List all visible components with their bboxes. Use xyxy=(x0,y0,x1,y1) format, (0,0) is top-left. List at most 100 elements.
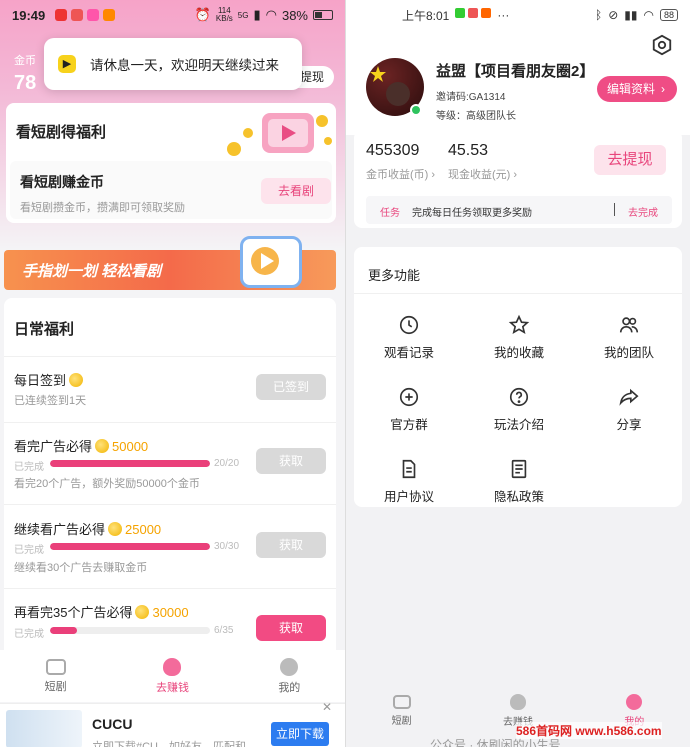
account-watermark: 公众号 · 休刷闲的小生号 xyxy=(430,738,561,747)
task-text: 完成每日任务领取更多奖励 xyxy=(412,208,532,219)
sign-in-desc: 已连续签到1天 xyxy=(14,395,87,407)
coin-icon xyxy=(108,522,123,536)
coin-earnings: 455309 xyxy=(366,142,420,159)
divider xyxy=(4,356,336,357)
go-watch-button[interactable]: 去看剧 xyxy=(261,178,331,204)
features-grid: 观看记录 我的收藏 我的团队 官方群 玩法介绍 分享 用户协议 隐私政策 xyxy=(354,301,684,517)
go-complete-button[interactable]: 去完成 xyxy=(628,204,658,219)
drama-subcard-title: 看短剧赚金币 xyxy=(20,174,104,190)
drama-card-title: 看短剧得福利 xyxy=(16,124,107,141)
question-icon xyxy=(509,387,529,406)
coin-icon xyxy=(135,605,150,619)
task-progress-bar xyxy=(50,543,210,550)
chat-plus-icon xyxy=(399,387,419,406)
settings-gear-icon[interactable] xyxy=(651,34,673,61)
invite-code: 邀请码:GA1314 xyxy=(436,92,506,103)
feature-how-to-play[interactable]: 玩法介绍 xyxy=(464,373,574,445)
network-type: 5G xyxy=(237,10,249,20)
close-icon[interactable]: ✕ xyxy=(322,700,332,714)
ad-desc: 立即下载#CU…如好友…匹配和 xyxy=(92,741,247,747)
task-progress-bar xyxy=(50,627,210,634)
task-desc: 继续看30个广告去赚取金币 xyxy=(14,562,148,574)
tab-drama[interactable]: 短剧 xyxy=(392,695,412,727)
divider xyxy=(4,504,336,505)
earnings-card: 455309 金币收益(币) › 45.53 现金收益(元) › 去提现 任务 … xyxy=(354,130,682,228)
claim-button[interactable]: 获取 xyxy=(256,448,326,474)
cash-earnings-label[interactable]: 现金收益(元) › xyxy=(448,166,517,182)
person-icon xyxy=(280,657,299,676)
document-icon xyxy=(402,459,416,478)
tab-earn[interactable]: 去赚钱 xyxy=(156,657,189,695)
feature-user-agreement[interactable]: 用户协议 xyxy=(354,445,464,517)
daily-welfare-card: 日常福利 每日签到 已连续签到1天 已签到 看完广告必得 50000 已完成 20… xyxy=(4,298,336,658)
online-status-badge xyxy=(410,104,422,116)
divider xyxy=(614,203,615,216)
banner-text: 手指划一划 轻松看剧 xyxy=(22,263,162,280)
ad-image xyxy=(6,710,82,747)
bluetooth-icon: ᛒ xyxy=(595,8,603,22)
task-status: 已完成 xyxy=(14,545,44,556)
status-bar: 上午8:01 ··· ᛒ ⊘ ▮▮ ◠ 88 xyxy=(346,0,690,30)
claim-button[interactable]: 获取 xyxy=(256,615,326,641)
feature-share[interactable]: 分享 xyxy=(574,373,684,445)
task-title: 继续看广告必得 25000 xyxy=(14,522,162,537)
coin-icon xyxy=(95,439,110,453)
drama-subcard-desc: 看短剧攒金币，攒满即可领取奖励 xyxy=(20,202,185,214)
app-notification-icons xyxy=(55,9,116,21)
mute-icon: ⊘ xyxy=(608,8,619,22)
bottom-tab-bar: 短剧 去赚钱 我的 xyxy=(0,650,345,702)
money-bag-icon xyxy=(509,694,526,710)
toast: ▶ 请休息一天，欢迎明天继续过来 xyxy=(44,38,302,90)
ad-title: CUCU xyxy=(92,716,133,732)
toast-text: 请休息一天，欢迎明天继续过来 xyxy=(90,58,279,73)
coin-earnings-label[interactable]: 金币收益(币) › xyxy=(366,166,435,182)
member-level: 等级：高级团队长 xyxy=(436,111,516,122)
share-icon xyxy=(619,388,639,406)
divider xyxy=(4,422,336,423)
profile-name: 益盟【项目看朋友圈2】 xyxy=(436,63,595,80)
policy-icon xyxy=(511,459,527,478)
person-icon xyxy=(626,694,643,710)
task-desc: 看完20个广告，额外奖励50000个金币 xyxy=(14,478,200,490)
star-icon xyxy=(508,314,530,334)
left-screen: 19:49 ⏰ 114 KB/s 5G ▮ ◠ 38% 金币 78 提现 ▶ 请休… xyxy=(0,0,345,747)
claim-button[interactable]: 获取 xyxy=(256,532,326,558)
right-screen: 上午8:01 ··· ᛒ ⊘ ▮▮ ◠ 88 益盟【项目看朋友圈2】 邀请码:G… xyxy=(346,0,690,747)
task-title: 再看完35个广告必得 30000 xyxy=(14,605,189,620)
signed-in-button[interactable]: 已签到 xyxy=(256,374,326,400)
edit-profile-button[interactable]: 编辑资料 › xyxy=(597,76,677,102)
battery-icon xyxy=(313,10,333,20)
feature-my-team[interactable]: 我的团队 xyxy=(574,301,684,373)
task-title: 看完广告必得 50000 xyxy=(14,439,149,454)
download-button[interactable]: 立即下载 xyxy=(271,722,329,746)
status-time: 19:49 xyxy=(12,7,46,23)
promo-banner[interactable]: 手指划一划 轻松看剧 xyxy=(4,236,336,290)
net-unit: KB/s xyxy=(215,14,233,23)
withdraw-button[interactable]: 去提现 xyxy=(594,145,666,175)
team-icon xyxy=(619,316,639,332)
coin-icon xyxy=(69,373,84,387)
daily-title: 日常福利 xyxy=(14,321,75,338)
battery-percent: 38% xyxy=(281,7,308,23)
task-status: 已完成 xyxy=(14,629,44,640)
feature-favorites[interactable]: 我的收藏 xyxy=(464,301,574,373)
tab-mine[interactable]: 我的 xyxy=(278,657,300,695)
task-tag: 任务 xyxy=(380,208,400,219)
drama-card: 看短剧得福利 看短剧赚金币 看短剧攒金币，攒满即可领取奖励 去看剧 xyxy=(6,103,336,223)
feature-official-group[interactable]: 官方群 xyxy=(354,373,464,445)
chevron-right-icon: › xyxy=(661,82,666,96)
ad-banner[interactable]: CUCU 立即下载#CU…如好友…匹配和 立即下载 ✕ xyxy=(0,700,345,747)
status-time: 上午8:01 xyxy=(402,8,450,23)
task-strip[interactable]: 任务 完成每日任务领取更多奖励 去完成 xyxy=(366,196,672,224)
tv-coins-illustration xyxy=(222,109,332,165)
tab-drama[interactable]: 短剧 xyxy=(45,658,67,694)
alarm-icon: ⏰ xyxy=(194,7,211,22)
more-features-title: 更多功能 xyxy=(368,268,421,283)
banner-tv-icon xyxy=(240,236,302,288)
task-progress-bar xyxy=(50,460,210,467)
feature-watch-history[interactable]: 观看记录 xyxy=(354,301,464,373)
wifi-icon: ◠ xyxy=(643,8,654,22)
feature-privacy-policy[interactable]: 隐私政策 xyxy=(464,445,574,517)
task-status: 已完成 xyxy=(14,462,44,473)
coin-value: 78 xyxy=(14,72,37,94)
